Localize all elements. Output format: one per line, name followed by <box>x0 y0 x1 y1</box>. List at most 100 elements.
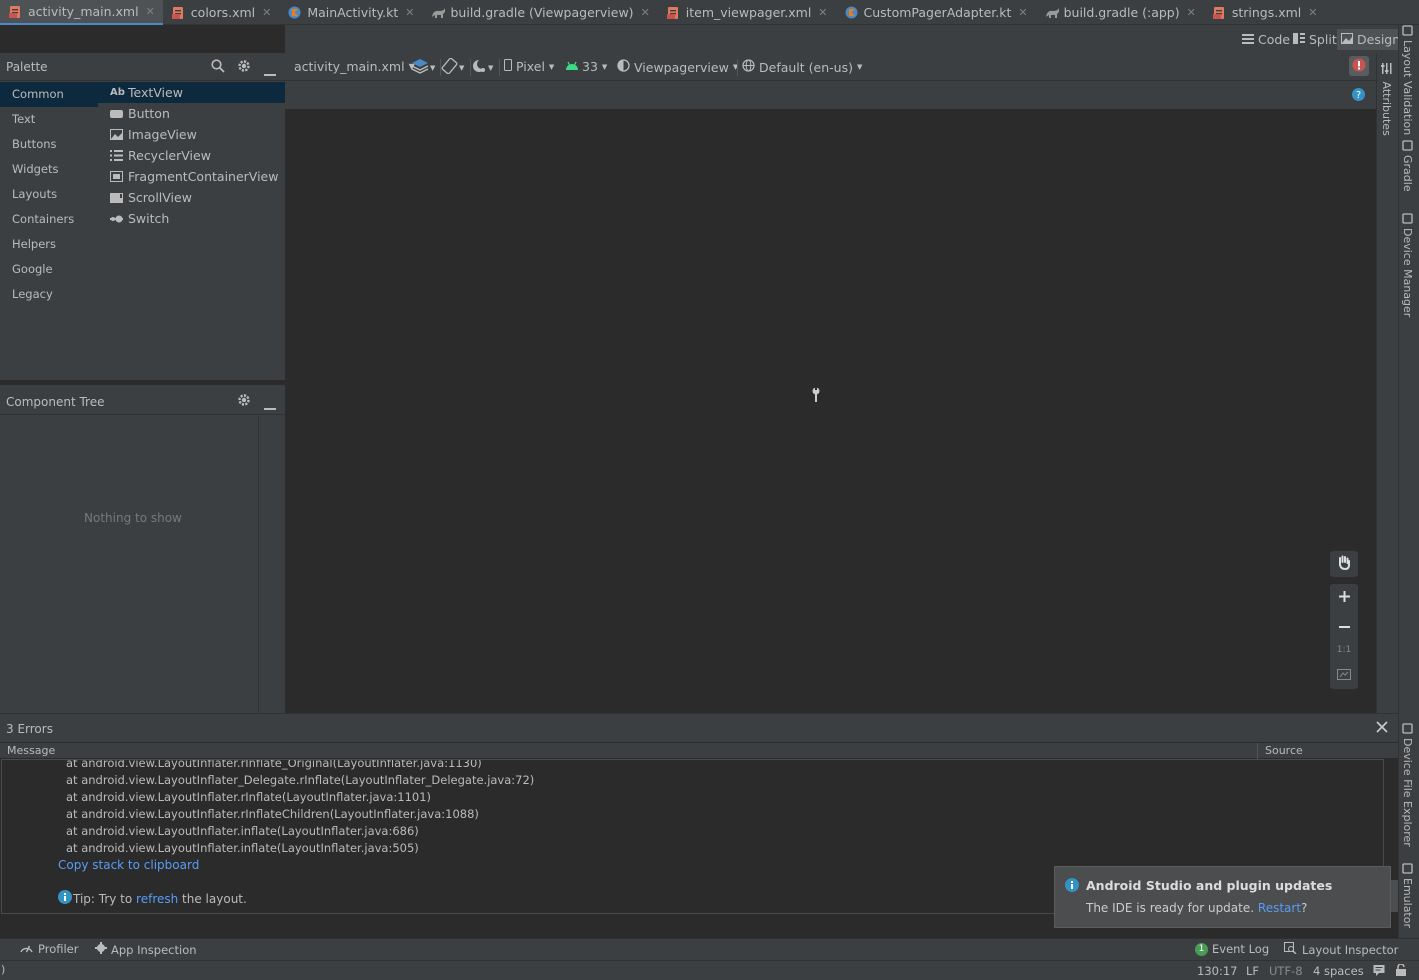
pan-button[interactable] <box>1330 551 1358 577</box>
device-label: Pixel <box>516 59 545 74</box>
theme-selector[interactable]: Viewpagerview ▼ <box>617 59 738 75</box>
palette-category[interactable]: Widgets <box>0 157 98 182</box>
editor-tab-bar: activity_main.xml ✕ colors.xml ✕ MainActivit… <box>0 0 1419 25</box>
locale-selector[interactable]: Default (en-us) ▼ <box>742 59 862 75</box>
tool-window-button[interactable]: Device Manager <box>1401 213 1414 317</box>
close-icon[interactable]: ✕ <box>1308 6 1317 19</box>
code-mode-label: Code <box>1258 32 1291 47</box>
error-indicator-button[interactable] <box>1349 56 1369 76</box>
palette-category[interactable]: Containers <box>0 207 98 232</box>
palette-item[interactable]: ImageView <box>98 124 285 145</box>
app-inspection-tool-button[interactable]: App Inspection <box>95 942 197 957</box>
palette-item[interactable]: ScrollView <box>98 187 285 208</box>
code-mode-button[interactable]: Code <box>1238 29 1294 50</box>
editor-tab-label: item_viewpager.xml <box>685 5 812 20</box>
tool-window-label: Layout Validation <box>1401 40 1414 136</box>
profiler-tool-button[interactable]: Profiler <box>20 942 79 956</box>
minimize-icon[interactable] <box>264 399 276 413</box>
file-selector-label: activity_main.xml <box>294 59 405 74</box>
zoom-out-button[interactable] <box>1330 611 1358 637</box>
api-level-selector[interactable]: 33 ▼ <box>565 59 607 74</box>
close-icon[interactable]: ✕ <box>405 6 414 19</box>
zoom-actual-button[interactable]: 1:1 <box>1330 637 1358 663</box>
close-icon[interactable]: ✕ <box>262 6 271 19</box>
palette-category[interactable]: Legacy <box>0 282 98 307</box>
editor-tab[interactable]: activity_main.xml ✕ <box>0 0 163 25</box>
palette-item[interactable]: Button <box>98 103 285 124</box>
locale-label: Default (en-us) <box>759 59 853 75</box>
refresh-link[interactable]: refresh <box>136 892 178 906</box>
palette-category[interactable]: Layouts <box>0 182 98 207</box>
close-icon[interactable]: ✕ <box>641 6 650 19</box>
stack-trace-line: at android.view.LayoutInflater_Delegate.… <box>66 773 535 787</box>
status-edge-marker: ) <box>1 963 6 976</box>
minimize-icon[interactable] <box>264 65 276 79</box>
orientation-button[interactable]: ▼ <box>441 57 464 77</box>
design-canvas[interactable]: ? 1:1 <box>285 81 1376 713</box>
caret-position[interactable]: 130:17 <box>1197 964 1237 978</box>
palette-category[interactable]: Helpers <box>0 232 98 257</box>
restart-link[interactable]: Restart <box>1258 901 1301 915</box>
layout-inspector-tool-button[interactable]: Layout Inspector <box>1284 942 1398 957</box>
zoom-fit-button[interactable] <box>1330 663 1358 689</box>
palette-category[interactable]: Common <box>0 82 98 107</box>
editor-tab[interactable]: build.gradle (Viewpagerview) ✕ <box>422 0 657 25</box>
night-mode-button[interactable]: ▼ <box>471 58 493 77</box>
lock-icon[interactable] <box>1395 963 1407 979</box>
source-column-header[interactable]: Source <box>1265 744 1303 757</box>
help-icon[interactable]: ? <box>1352 88 1365 104</box>
attributes-label: Attributes <box>1380 81 1393 136</box>
palette-category[interactable]: Buttons <box>0 132 98 157</box>
update-notification[interactable]: Android Studio and plugin updates The ID… <box>1054 866 1391 928</box>
palette-item[interactable]: Switch <box>98 208 285 229</box>
editor-tab[interactable]: strings.xml ✕ <box>1204 0 1326 25</box>
indent-setting[interactable]: 4 spaces <box>1313 964 1364 978</box>
palette-category[interactable]: Text <box>0 107 98 132</box>
notification-bell-icon[interactable] <box>1373 964 1385 979</box>
profiler-label: Profiler <box>38 942 79 956</box>
editor-tab[interactable]: MainActivity.kt ✕ <box>279 0 422 25</box>
close-icon[interactable]: ✕ <box>146 5 155 18</box>
tool-window-label: Gradle <box>1401 155 1414 192</box>
file-encoding[interactable]: UTF-8 <box>1269 964 1303 978</box>
palette-item[interactable]: Ab TextView <box>98 82 285 103</box>
design-mode-button[interactable]: Design <box>1337 29 1405 50</box>
design-surface-button[interactable]: ▼ <box>411 58 435 77</box>
close-icon[interactable] <box>1376 721 1388 736</box>
palette-category[interactable]: Google <box>0 257 98 282</box>
attributes-tool-button[interactable]: Attributes <box>1380 63 1393 136</box>
split-mode-button[interactable]: Split <box>1289 29 1341 50</box>
textview-icon: Ab <box>110 87 125 98</box>
palette-item-label: ScrollView <box>128 190 192 205</box>
close-icon[interactable]: ✕ <box>1187 6 1196 19</box>
editor-tab-label: build.gradle (Viewpagerview) <box>450 5 634 20</box>
close-icon[interactable]: ✕ <box>818 6 827 19</box>
tool-window-button[interactable]: Emulator <box>1401 863 1414 928</box>
palette-item[interactable]: FragmentContainerView <box>98 166 285 187</box>
gear-icon[interactable] <box>237 393 251 410</box>
editor-tab[interactable]: colors.xml ✕ <box>163 0 280 25</box>
toolbar-separator <box>440 59 441 76</box>
file-selector[interactable]: activity_main.xml ▼ <box>294 59 415 74</box>
editor-tab[interactable]: CustomPagerAdapter.kt ✕ <box>836 0 1036 25</box>
close-icon[interactable]: ✕ <box>1018 6 1027 19</box>
tool-window-button[interactable]: Device File Explorer <box>1401 723 1414 847</box>
palette-item[interactable]: RecyclerView <box>98 145 285 166</box>
tool-window-button[interactable]: Layout Validation <box>1401 25 1414 135</box>
editor-tab[interactable]: item_viewpager.xml ✕ <box>658 0 836 25</box>
code-lines-icon <box>1242 32 1254 47</box>
palette-header: Palette <box>0 53 285 81</box>
search-icon[interactable] <box>211 59 225 76</box>
palette-panel: Palette Common Text Buttons Widgets Layouts C… <box>0 53 285 380</box>
copy-stack-link[interactable]: Copy stack to clipboard <box>58 858 199 872</box>
zoom-in-button[interactable] <box>1330 585 1358 611</box>
tool-window-button[interactable]: Gradle <box>1401 140 1414 192</box>
phone-icon <box>504 59 512 74</box>
line-separator[interactable]: LF <box>1246 964 1259 978</box>
editor-tab[interactable]: build.gradle (:app) ✕ <box>1036 0 1204 25</box>
gear-icon[interactable] <box>237 59 251 76</box>
event-log-tool-button[interactable]: 1 Event Log <box>1195 942 1269 956</box>
device-selector[interactable]: Pixel ▼ <box>504 59 554 74</box>
editor-tab-label: CustomPagerAdapter.kt <box>863 5 1012 20</box>
message-column-header[interactable]: Message <box>7 744 55 757</box>
